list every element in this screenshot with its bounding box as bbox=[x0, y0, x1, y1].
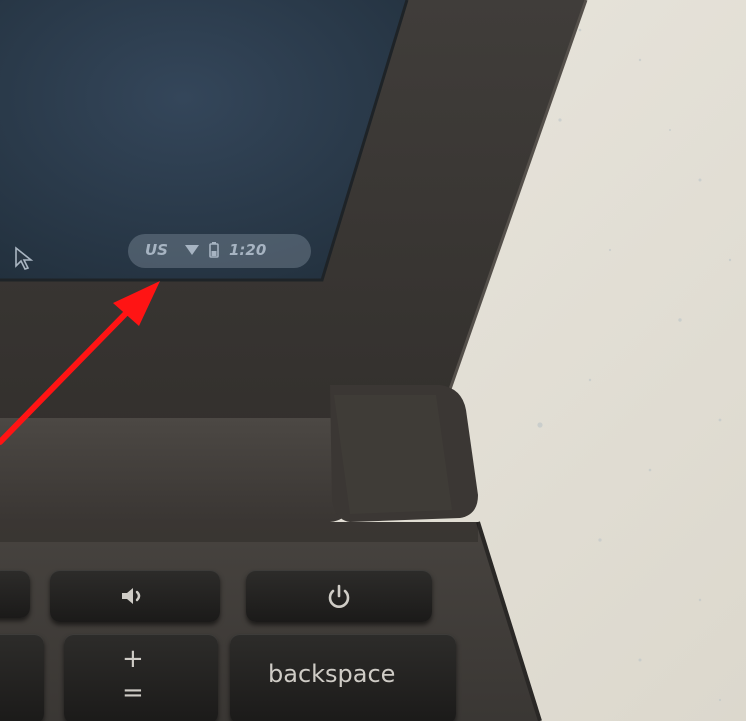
left-edge-key-bottom[interactable] bbox=[0, 634, 44, 721]
status-tray[interactable]: US 1:20 bbox=[128, 234, 311, 268]
clock-time: 1:20 bbox=[229, 241, 267, 259]
left-edge-key-top[interactable] bbox=[0, 570, 30, 618]
wifi-icon bbox=[185, 245, 199, 255]
mouse-cursor-icon bbox=[15, 246, 34, 270]
volume-up-icon bbox=[122, 588, 141, 604]
plus-label: + bbox=[122, 644, 144, 674]
power-icon bbox=[328, 584, 350, 608]
equals-label: = bbox=[122, 678, 144, 708]
photo-scene: + = backspace US 1:20 bbox=[0, 0, 746, 721]
plus-equals-key[interactable]: + = bbox=[64, 634, 218, 721]
keyboard-language-indicator: US bbox=[145, 241, 168, 259]
battery-icon bbox=[209, 242, 219, 258]
backspace-label: backspace bbox=[268, 660, 396, 688]
backspace-key[interactable]: backspace bbox=[230, 634, 456, 721]
